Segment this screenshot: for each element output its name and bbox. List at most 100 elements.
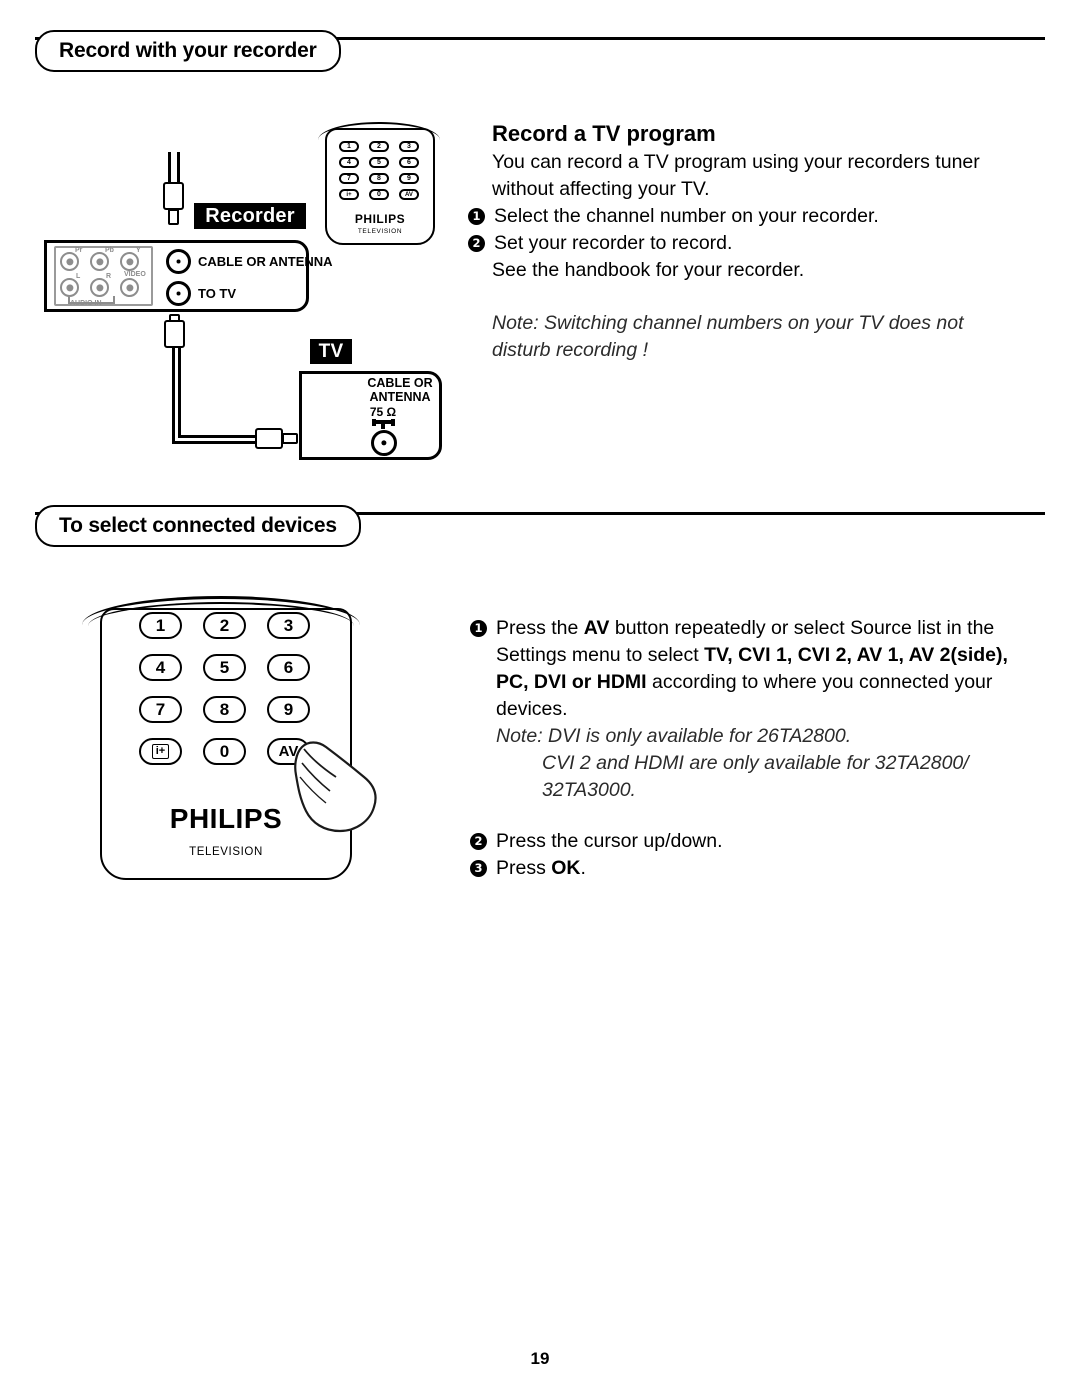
antenna-plug-tip bbox=[168, 209, 179, 225]
select-step-3-part2: . bbox=[580, 857, 586, 879]
remote-key-7[interactable]: 7 bbox=[139, 696, 182, 723]
select-step-text-2: Press the cursor up/down. bbox=[496, 830, 723, 852]
remote-key-2[interactable]: 2 bbox=[203, 612, 246, 639]
small-remote-key-info[interactable]: i+ bbox=[339, 189, 359, 200]
remote-key-info[interactable]: i+ bbox=[139, 738, 182, 765]
select-step-3-part1: Press bbox=[496, 857, 552, 879]
select-step-text-1: Press the AV button repeatedly or select… bbox=[496, 615, 1015, 723]
rca-label-video: VIDEO bbox=[124, 271, 146, 278]
select-step-text-3: Press OK. bbox=[496, 855, 1015, 882]
small-remote-key-av[interactable]: AV bbox=[399, 189, 419, 200]
remote-key-8[interactable]: 8 bbox=[203, 696, 246, 723]
select-note: Note: DVI is only available for 26TA2800… bbox=[470, 723, 1015, 804]
rca-jack-video bbox=[120, 278, 139, 297]
record-tv-program-text: Record a TV program You can record a TV … bbox=[468, 120, 1012, 364]
antenna-symbol-right-tick bbox=[391, 419, 395, 426]
small-remote-key-3[interactable]: 3 bbox=[399, 141, 419, 152]
recorder-jack-cable-or-antenna bbox=[166, 249, 191, 274]
tv-end-plug-tip bbox=[282, 433, 298, 444]
antenna-symbol-stem bbox=[381, 420, 385, 429]
rca-jack-pr bbox=[60, 252, 79, 271]
recorder-jack-to-tv bbox=[166, 281, 191, 306]
small-remote-sub-brand: TELEVISION bbox=[357, 228, 403, 235]
antenna-cable-line-b bbox=[177, 152, 180, 182]
select-step-marker-2: 2 bbox=[470, 833, 487, 850]
antenna-plug-body bbox=[163, 182, 184, 210]
select-step-3: 3 Press OK. bbox=[470, 855, 1015, 882]
select-step-marker-3: 3 bbox=[470, 860, 487, 877]
small-remote-key-8[interactable]: 8 bbox=[369, 173, 389, 184]
small-remote-brand: PHILIPS bbox=[354, 212, 406, 226]
section-title-record: Record with your recorder bbox=[35, 30, 341, 72]
section-header-record: Record with your recorder bbox=[0, 30, 1080, 78]
recorder-jack-label-to-tv: TO TV bbox=[198, 286, 237, 301]
small-remote-key-5[interactable]: 5 bbox=[369, 157, 389, 168]
remote-key-5[interactable]: 5 bbox=[203, 654, 246, 681]
record-tv-program-intro: You can record a TV program using your r… bbox=[492, 151, 980, 200]
small-remote-key-1[interactable]: 1 bbox=[339, 141, 359, 152]
tv-label-tag: TV bbox=[310, 339, 352, 364]
select-note-line3: 32TA3000. bbox=[542, 779, 636, 801]
rca-jack-pb bbox=[90, 252, 109, 271]
small-remote-key-0[interactable]: 0 bbox=[369, 189, 389, 200]
to-tv-wire-vertical-a bbox=[172, 348, 175, 444]
tv-antenna-jack bbox=[371, 430, 397, 456]
to-tv-wire-horizontal-a bbox=[172, 441, 257, 444]
select-note-line2: CVI 2 and HDMI are only available for 32… bbox=[542, 752, 969, 774]
antenna-cable-line-a bbox=[168, 152, 171, 182]
small-remote-key-4[interactable]: 4 bbox=[339, 157, 359, 168]
select-step-1: 1 Press the AV button repeatedly or sele… bbox=[470, 615, 1015, 723]
rca-jack-r bbox=[90, 278, 109, 297]
remote-key-6[interactable]: 6 bbox=[267, 654, 310, 681]
large-remote-sub-brand: TELEVISION bbox=[189, 846, 263, 858]
small-remote-top-lip bbox=[318, 122, 440, 140]
recorder-label-tag: Recorder bbox=[194, 203, 306, 229]
small-remote-key-9[interactable]: 9 bbox=[399, 173, 419, 184]
ok-button-keyword: OK bbox=[551, 857, 581, 879]
record-note: Note: Switching channel numbers on your … bbox=[492, 312, 964, 361]
remote-key-9[interactable]: 9 bbox=[267, 696, 310, 723]
tv-jack-label-line1: CABLE OR bbox=[367, 376, 433, 390]
rca-label-pr: Pr bbox=[75, 247, 83, 254]
select-note-line1: Note: DVI is only available for 26TA2800… bbox=[496, 725, 852, 747]
step-text-2: Set your recorder to record. bbox=[494, 232, 733, 254]
record-step-2: 2 Set your recorder to record. bbox=[468, 230, 1012, 257]
section-header-select-devices: To select connected devices bbox=[0, 505, 1080, 553]
to-tv-plug-tip bbox=[169, 314, 180, 322]
remote-key-0[interactable]: 0 bbox=[203, 738, 246, 765]
antenna-symbol-left-tick bbox=[372, 419, 376, 426]
info-icon: i+ bbox=[151, 744, 170, 759]
section-title-select-devices: To select connected devices bbox=[35, 505, 361, 547]
tv-impedance-label: 75 Ω bbox=[369, 405, 397, 419]
rca-label-l: L bbox=[76, 273, 81, 280]
small-remote-key-7[interactable]: 7 bbox=[339, 173, 359, 184]
record-step-1: 1 Select the channel number on your reco… bbox=[468, 203, 1012, 230]
recorder-jack-label-cable-or-antenna: CABLE OR ANTENNA bbox=[198, 254, 333, 269]
step-marker-2: 2 bbox=[468, 235, 485, 252]
audio-in-label: AUDIO IN bbox=[70, 300, 102, 307]
to-tv-wire-horizontal-b bbox=[178, 435, 257, 438]
select-devices-text: 1 Press the AV button repeatedly or sele… bbox=[470, 615, 1015, 882]
step-marker-1: 1 bbox=[468, 208, 485, 225]
small-remote-key-6[interactable]: 6 bbox=[399, 157, 419, 168]
page-number: 19 bbox=[530, 1349, 550, 1368]
to-tv-plug-body bbox=[164, 320, 185, 348]
remote-key-1[interactable]: 1 bbox=[139, 612, 182, 639]
av-button-keyword: AV bbox=[583, 617, 610, 639]
tv-jack-label-line2: ANTENNA bbox=[369, 390, 431, 404]
select-step-marker-1: 1 bbox=[470, 620, 487, 637]
rca-label-r: R bbox=[106, 273, 112, 280]
record-handbook-line: See the handbook for your recorder. bbox=[492, 259, 805, 281]
to-tv-wire-vertical-b bbox=[178, 348, 181, 438]
select-step-2: 2 Press the cursor up/down. bbox=[470, 828, 1015, 855]
remote-key-4[interactable]: 4 bbox=[139, 654, 182, 681]
tv-jack-label: CABLE OR ANTENNA bbox=[355, 376, 445, 404]
rca-label-y: Y bbox=[136, 247, 141, 254]
step-text-1: Select the channel number on your record… bbox=[494, 205, 879, 227]
select-step-1-part1: Press the bbox=[496, 617, 584, 639]
rca-jack-l bbox=[60, 278, 79, 297]
rca-label-pb: Pb bbox=[105, 247, 114, 254]
tv-end-plug-body bbox=[255, 428, 283, 449]
small-remote-key-2[interactable]: 2 bbox=[369, 141, 389, 152]
remote-key-3[interactable]: 3 bbox=[267, 612, 310, 639]
